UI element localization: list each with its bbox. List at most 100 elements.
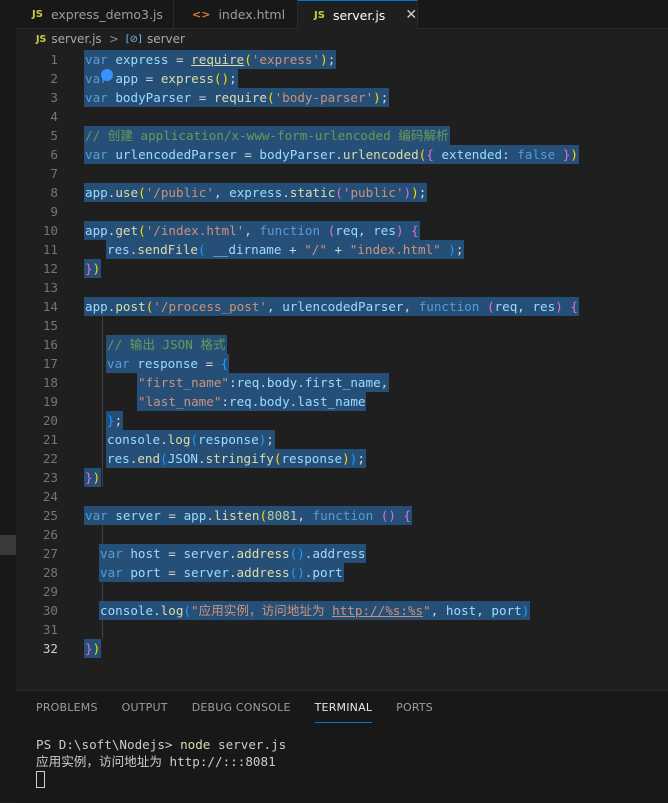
scroll-marker — [0, 535, 16, 555]
terminal-command: node — [180, 737, 211, 752]
editor-tab-bar: JS express_demo3.js <> index.html JS ser… — [16, 0, 668, 29]
code-line[interactable]: 24 — [16, 487, 668, 506]
line-number: 15 — [42, 318, 58, 333]
line-number: 30 — [42, 603, 58, 618]
code-text: "first_name":req.body.first_name, — [137, 373, 390, 392]
terminal-prompt: PS D:\soft\Nodejs> — [36, 737, 181, 752]
code-line[interactable]: 30 console.log("应用实例，访问地址为 http://%s:%s",… — [16, 601, 668, 620]
line-number: 27 — [42, 546, 58, 561]
tab-label: server.js — [332, 7, 386, 23]
line-number: 18 — [42, 375, 58, 390]
tab-problems[interactable]: PROBLEMS — [36, 691, 98, 725]
breadcrumb: JS server.js > [⊘] server — [16, 29, 668, 49]
code-text: console.log("应用实例，访问地址为 http://%s:%s", h… — [99, 601, 531, 620]
tab-output[interactable]: OUTPUT — [122, 691, 168, 725]
code-line[interactable]: 13 — [16, 278, 668, 297]
tab-terminal[interactable]: TERMINAL — [314, 691, 373, 723]
code-line[interactable]: 32}) — [16, 639, 668, 658]
line-number: 17 — [42, 356, 58, 371]
tab-server-js[interactable]: JS server.js ✕ — [298, 0, 418, 29]
code-line[interactable]: 23}) — [16, 468, 668, 487]
chevron-right-icon: > — [108, 32, 119, 46]
code-line[interactable]: 28 var port = server.address().port — [16, 563, 668, 582]
javascript-file-icon: JS — [36, 33, 47, 45]
code-line[interactable]: 16 // 输出 JSON 格式 — [16, 335, 668, 354]
code-line[interactable]: 12}) — [16, 259, 668, 278]
code-comment: // 输出 JSON 格式 — [106, 335, 227, 354]
close-icon[interactable]: ✕ — [405, 7, 417, 23]
code-text: var urlencodedParser = bodyParser.urlenc… — [84, 145, 579, 164]
line-number: 28 — [42, 565, 58, 580]
code-text: console.log(response); — [106, 430, 275, 449]
code-text: }; — [106, 411, 124, 430]
line-number: 22 — [42, 451, 58, 466]
code-line[interactable]: 18 "first_name":req.body.first_name, — [16, 373, 668, 392]
line-number: 23 — [42, 470, 58, 485]
code-line[interactable]: 5 // 创建 application/x-www-form-urlencoded… — [16, 126, 668, 145]
code-line[interactable]: 19 "last_name":req.body.last_name — [16, 392, 668, 411]
tab-debug-console[interactable]: DEBUG CONSOLE — [192, 691, 291, 725]
breadcrumb-file[interactable]: server.js — [51, 32, 101, 46]
code-text: }) — [84, 259, 102, 278]
terminal-args: server.js — [210, 737, 287, 752]
code-line[interactable]: 6 var urlencodedParser = bodyParser.urlen… — [16, 145, 668, 164]
code-line[interactable]: 20}; — [16, 411, 668, 430]
code-line[interactable]: 25 var server = app.listen(8081, function… — [16, 506, 668, 525]
line-number: 13 — [42, 280, 58, 295]
line-number: 25 — [42, 508, 58, 523]
panel-tabs: PROBLEMS OUTPUT DEBUG CONSOLE TERMINAL P… — [36, 691, 433, 725]
html-file-icon: <> — [192, 7, 211, 21]
code-line[interactable]: 27 var host = server.address().address — [16, 544, 668, 563]
code-text: var response = { — [106, 354, 230, 373]
line-number: 9 — [50, 204, 58, 219]
code-text: app.use('/public', express.static('publi… — [84, 183, 428, 202]
code-comment: // 创建 application/x-www-form-urlencoded … — [84, 126, 450, 145]
terminal[interactable]: PS D:\soft\Nodejs> node server.js 应用实例，访… — [36, 736, 286, 788]
code-line[interactable]: 4 — [16, 107, 668, 126]
line-number: 4 — [50, 109, 58, 124]
line-number: 7 — [50, 166, 58, 181]
code-line[interactable]: 7 — [16, 164, 668, 183]
line-number: 20 — [42, 413, 58, 428]
lightbulb-icon[interactable] — [101, 69, 113, 81]
breadcrumb-symbol[interactable]: server — [147, 32, 185, 46]
code-line[interactable]: 14 app.post('/process_post', urlencodedPa… — [16, 297, 668, 316]
line-number: 11 — [42, 242, 58, 257]
tab-label: express_demo3.js — [50, 6, 163, 22]
code-line[interactable]: 10 app.get('/index.html', function (req, … — [16, 221, 668, 240]
line-number: 31 — [42, 622, 58, 637]
code-text: res.end(JSON.stringify(response)); — [106, 449, 366, 468]
tab-express-demo3[interactable]: JS express_demo3.js — [16, 0, 174, 28]
terminal-command-line: PS D:\soft\Nodejs> node server.js — [36, 736, 286, 753]
code-line[interactable]: 8 app.use('/public', express.static('publ… — [16, 183, 668, 202]
line-number: 8 — [50, 185, 58, 200]
line-number: 32 — [42, 641, 58, 656]
code-text: res.sendFile( __dirname + "/" + "index.h… — [106, 240, 465, 259]
code-line[interactable]: 17 var response = { — [16, 354, 668, 373]
tab-index-html[interactable]: <> index.html — [174, 0, 298, 28]
line-number: 26 — [42, 527, 58, 542]
code-line[interactable]: 22 res.end(JSON.stringify(response)); — [16, 449, 668, 468]
code-line[interactable]: 11 res.sendFile( __dirname + "/" + "index… — [16, 240, 668, 259]
line-number: 16 — [42, 337, 58, 352]
code-line[interactable]: 9 — [16, 202, 668, 221]
code-line[interactable]: 29 — [16, 582, 668, 601]
terminal-cursor — [36, 771, 45, 788]
code-line[interactable]: 2 var app = express(); — [16, 69, 668, 88]
bottom-panel: PROBLEMS OUTPUT DEBUG CONSOLE TERMINAL P… — [16, 690, 668, 803]
code-line[interactable]: 1 var express = require('express'); — [16, 50, 668, 69]
javascript-file-icon: JS — [314, 9, 325, 21]
code-line[interactable]: 26 — [16, 525, 668, 544]
code-line[interactable]: 21 console.log(response); — [16, 430, 668, 449]
activity-strip — [0, 0, 16, 802]
tab-ports[interactable]: PORTS — [396, 691, 433, 725]
code-text: var host = server.address().address — [99, 544, 367, 563]
code-text: var server = app.listen(8081, function (… — [84, 506, 413, 525]
code-line[interactable]: 15 — [16, 316, 668, 335]
line-number: 24 — [42, 489, 58, 504]
code-line[interactable]: 31 — [16, 620, 668, 639]
code-text: var bodyParser = require('body-parser'); — [84, 88, 390, 107]
code-editor[interactable]: 1 var express = require('express'); 2 var … — [16, 50, 668, 690]
line-number: 2 — [50, 71, 58, 86]
code-line[interactable]: 3 var bodyParser = require('body-parser')… — [16, 88, 668, 107]
